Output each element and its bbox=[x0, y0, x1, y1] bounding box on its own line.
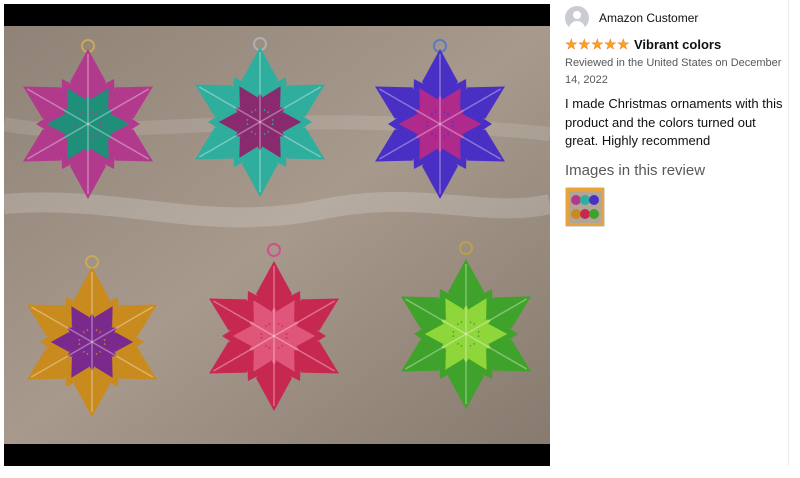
review-text: I made Christmas ornaments with this pro… bbox=[565, 96, 783, 148]
star-icon: ★ bbox=[604, 36, 617, 52]
rating-row: ★ ★ ★ ★ ★ Vibrant colors bbox=[565, 35, 785, 53]
review-image-thumbnail[interactable] bbox=[565, 186, 605, 227]
star-rating: ★ ★ ★ ★ ★ bbox=[565, 37, 630, 51]
review-panel: Amazon Customer ★ ★ ★ ★ ★ Vibrant colors… bbox=[565, 5, 785, 227]
star-icon: ★ bbox=[565, 36, 578, 52]
star-icon: ★ bbox=[591, 36, 604, 52]
review-date: Reviewed in the United States on Decembe… bbox=[565, 57, 782, 86]
reviewer-name[interactable]: Amazon Customer bbox=[599, 11, 698, 25]
images-heading: Images in this review bbox=[565, 161, 706, 179]
reviewer-profile[interactable]: Amazon Customer bbox=[565, 5, 785, 31]
star-icon: ★ bbox=[578, 36, 591, 52]
user-avatar-icon[interactable] bbox=[565, 6, 589, 30]
review-title: Vibrant colors bbox=[634, 36, 722, 52]
review-photo[interactable] bbox=[4, 4, 550, 466]
star-icon: ★ bbox=[617, 36, 630, 52]
page-edge-divider bbox=[788, 0, 800, 466]
